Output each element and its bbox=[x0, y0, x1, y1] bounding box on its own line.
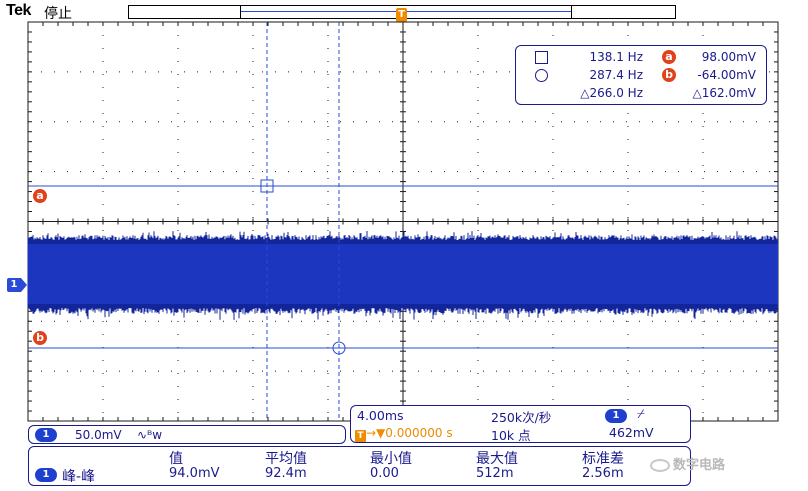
trigger-slope-icon: ⌿ bbox=[637, 407, 645, 422]
cursor2-frequency: 287.4 Hz bbox=[589, 68, 644, 82]
cursor-a-badge: a bbox=[662, 50, 676, 64]
cursor-b-marker[interactable]: b bbox=[33, 331, 47, 345]
meas-type-label: 峰-峰 bbox=[62, 469, 96, 485]
delta-voltage: △162.0mV bbox=[692, 86, 756, 100]
waveform-trace bbox=[27, 231, 778, 320]
cursor-b-voltage: -64.00mV bbox=[697, 68, 756, 82]
volts-per-div: 50.0mV bbox=[75, 428, 122, 442]
bandwidth-limit-icon: ∿ᴮw bbox=[137, 428, 163, 442]
meas-stddev: 2.56m bbox=[582, 466, 624, 481]
meas-header-max: 最大值 bbox=[476, 451, 518, 467]
cursor-a-voltage: 98.00mV bbox=[701, 50, 756, 64]
trigger-position: T →▼0.000000 s bbox=[355, 426, 453, 442]
meas-header-min: 最小值 bbox=[370, 451, 412, 467]
measurement-table[interactable]: 值 平均值 最小值 最大值 标准差 1 峰-峰 94.0mV 92.4m 0.0… bbox=[28, 446, 691, 486]
cursor-b-badge: b bbox=[662, 68, 676, 82]
meas-value: 94.0mV bbox=[169, 466, 220, 481]
record-length: 10k 点 bbox=[491, 428, 531, 443]
delta-frequency: △266.0 Hz bbox=[580, 86, 643, 100]
meas-header-mean: 平均值 bbox=[265, 451, 307, 467]
trigger-icon: T bbox=[355, 430, 366, 442]
cursor1-square-icon bbox=[535, 51, 548, 64]
ch1-ground-marker[interactable]: 1 bbox=[7, 278, 27, 292]
channel-1-badge: 1 bbox=[35, 428, 57, 442]
time-per-div: 4.00ms bbox=[357, 408, 404, 423]
meas-mean: 92.4m bbox=[265, 466, 307, 481]
watermark: 数字电路 bbox=[650, 454, 725, 473]
trigger-source-badge: 1 bbox=[605, 409, 627, 423]
sample-rate: 250k次/秒 bbox=[491, 410, 552, 425]
cursor2-circle-icon bbox=[535, 69, 548, 82]
cursor-readout-panel: 138.1 Hz a 98.00mV 287.4 Hz b -64.00mV △… bbox=[515, 45, 767, 105]
meas-header-stddev: 标准差 bbox=[582, 451, 624, 467]
meas-max: 512m bbox=[476, 466, 514, 481]
meas-channel-badge: 1 bbox=[35, 468, 57, 482]
trigger-level: 462mV bbox=[609, 425, 654, 440]
meas-min: 0.00 bbox=[370, 466, 399, 481]
timebase-trigger-panel[interactable]: 4.00ms 250k次/秒 1 ⌿ T →▼0.000000 s 10k 点 4… bbox=[350, 405, 691, 443]
meas-header-value: 值 bbox=[169, 451, 183, 467]
cursor1-frequency: 138.1 Hz bbox=[589, 50, 644, 64]
channel-settings-bar[interactable]: 1 50.0mV ∿ᴮw bbox=[28, 425, 346, 444]
trigger-position-value: 0.000000 s bbox=[385, 426, 453, 440]
cursor-a-marker[interactable]: a bbox=[33, 189, 47, 203]
weibo-logo-icon bbox=[650, 459, 670, 472]
